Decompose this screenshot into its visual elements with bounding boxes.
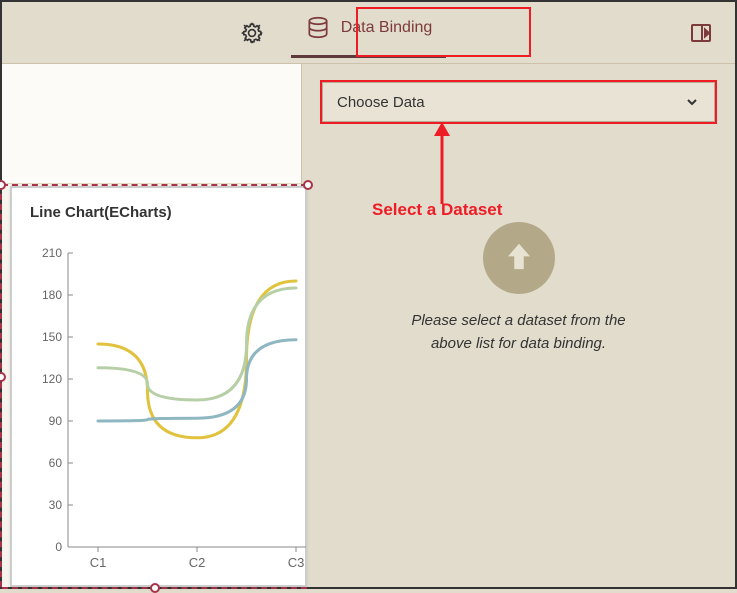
help-text: Please select a dataset from the above l… [322,310,715,355]
svg-text:120: 120 [42,372,62,386]
panel-collapse-icon [689,21,713,45]
upload-arrow-icon [500,239,538,277]
chart-title: Line Chart(ECharts) [12,188,305,231]
chart-widget[interactable]: Line Chart(ECharts) 0 30 60 90 120 150 180 210 C… [10,186,307,587]
tab-data-binding[interactable]: Data Binding [291,7,447,58]
selection-handle[interactable] [0,372,6,382]
selection-handle[interactable] [0,180,6,190]
database-icon [305,15,331,41]
svg-text:90: 90 [49,414,63,428]
annotation-arrow [432,122,452,204]
svg-text:0: 0 [55,540,62,554]
svg-text:60: 60 [49,456,63,470]
annotation-text: Select a Dataset [372,200,502,220]
svg-text:180: 180 [42,288,62,302]
svg-text:150: 150 [42,330,62,344]
tab-label: Data Binding [341,19,433,37]
header-bar: Data Binding [2,2,735,64]
selection-handle[interactable] [303,180,313,190]
canvas-panel: Line Chart(ECharts) 0 30 60 90 120 150 180 210 C… [2,64,302,587]
svg-text:C1: C1 [90,555,107,570]
gear-icon [239,20,265,46]
svg-text:C2: C2 [189,555,206,570]
selection-handle[interactable] [150,583,160,593]
svg-text:210: 210 [42,246,62,260]
dropdown-label: Choose Data [337,94,425,111]
toggle-panel-button[interactable] [682,14,720,52]
settings-button[interactable] [233,14,271,52]
chart-plot: 0306090120150180210C1C2C3 [30,243,305,575]
data-binding-panel: Choose Data Select a Dataset Please sele… [302,64,735,587]
chevron-down-icon [684,94,700,110]
choose-data-dropdown[interactable]: Choose Data [322,82,715,122]
svg-text:30: 30 [49,498,63,512]
upload-placeholder-icon [483,222,555,294]
